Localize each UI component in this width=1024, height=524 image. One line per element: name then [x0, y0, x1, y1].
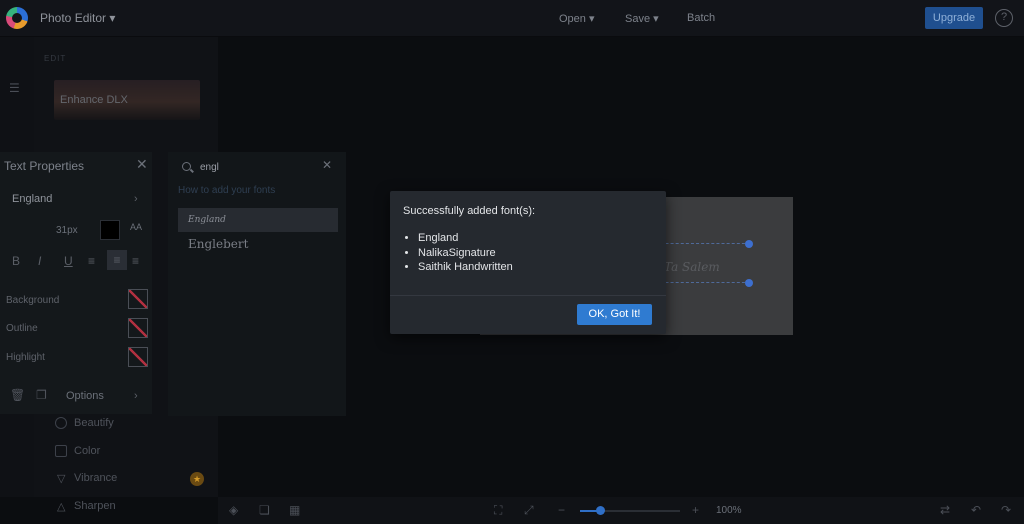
added-font-item: England — [418, 231, 513, 246]
undo-icon[interactable]: ↶ — [971, 503, 985, 517]
expand-icon[interactable]: ⤢ — [524, 503, 538, 517]
font-search-input[interactable] — [200, 159, 310, 175]
close-icon[interactable]: ✕ — [136, 156, 148, 173]
added-fonts-list: England NalikaSignature Saithik Handwrit… — [418, 231, 513, 275]
zoom-out-icon[interactable]: − — [558, 503, 572, 517]
adjust-sliders-icon[interactable]: ☰ — [9, 81, 23, 95]
palette-icon — [55, 445, 67, 457]
font-result-england[interactable]: England — [178, 208, 338, 232]
chevron-right-icon[interactable]: › — [134, 193, 138, 205]
added-font-item: NalikaSignature — [418, 246, 513, 261]
font-size-input[interactable]: 31px — [56, 225, 78, 236]
fonts-added-dialog: Successfully added font(s): England Nali… — [390, 191, 666, 334]
premium-star-icon: ★ — [190, 472, 204, 486]
dialog-divider — [390, 295, 666, 296]
text-case-button[interactable]: AA — [130, 222, 142, 232]
layers-icon[interactable]: ◈ — [229, 503, 243, 517]
nav-batch-label: Batch — [687, 12, 716, 24]
add-fonts-help-link[interactable]: How to add your fonts — [178, 185, 275, 196]
font-picker-panel: ✕ How to add your fonts England Engleber… — [168, 152, 346, 416]
top-bar: Photo Editor ▾ Open ▾ Save ▾ Batch Upgra… — [0, 0, 1024, 37]
zoom-level: 100% — [716, 505, 742, 516]
triangle-icon-sharpen: △ — [57, 501, 66, 513]
bold-button[interactable]: B — [12, 254, 20, 268]
menu-color[interactable]: Color — [74, 445, 100, 457]
font-selector[interactable]: England — [12, 193, 52, 205]
align-center-icon[interactable]: ≡ — [107, 250, 127, 270]
nav-open-label: Open — [559, 13, 586, 25]
align-right-icon[interactable]: ≡ — [132, 254, 139, 268]
canvas-text-layer[interactable]: Ta Salem — [664, 260, 720, 274]
align-left-icon[interactable]: ≡ — [88, 254, 95, 268]
options-button[interactable]: Options — [66, 390, 104, 402]
background-swatch[interactable] — [128, 289, 148, 309]
resize-handle-bottom[interactable] — [745, 279, 753, 287]
underline-button[interactable]: U — [64, 254, 73, 268]
font-result-englebert[interactable]: Englebert — [178, 232, 338, 256]
outline-swatch[interactable] — [128, 318, 148, 338]
clear-search-icon[interactable]: ✕ — [322, 158, 332, 172]
menu-sharpen[interactable]: Sharpen — [74, 500, 116, 512]
help-button[interactable]: ? — [995, 9, 1013, 27]
edit-section-label: EDIT — [44, 54, 67, 63]
outline-label: Outline — [6, 323, 38, 334]
nav-save-label: Save — [625, 13, 651, 25]
zoom-slider-knob[interactable] — [596, 506, 605, 515]
duplicate-icon[interactable]: ❐ — [36, 388, 47, 402]
duplicate-layer-icon[interactable]: ❏ — [259, 503, 273, 517]
nav-batch[interactable]: Batch — [687, 12, 715, 24]
app-title: Photo Editor — [40, 11, 107, 25]
text-properties-title: Text Properties — [4, 159, 85, 173]
nav-save[interactable]: Save ▾ — [625, 12, 659, 25]
triangle-icon: ▽ — [57, 473, 66, 485]
beautify-icon — [55, 417, 67, 429]
added-font-item: Saithik Handwritten — [418, 260, 513, 275]
menu-vibrance[interactable]: Vibrance — [74, 472, 117, 484]
flip-icon[interactable]: ⇄ — [940, 503, 954, 517]
grid-icon[interactable]: ▦ — [289, 503, 303, 517]
chevron-right-icon-options[interactable]: › — [134, 390, 138, 402]
ok-got-it-button[interactable]: OK, Got It! — [577, 304, 652, 325]
highlight-swatch[interactable] — [128, 347, 148, 367]
italic-button[interactable]: I — [38, 254, 41, 268]
redo-icon[interactable]: ↷ — [1001, 503, 1015, 517]
trash-icon[interactable]: 🗑 — [10, 388, 25, 402]
text-properties-panel: Text Properties ✕ England › 31px AA B I … — [0, 152, 152, 414]
text-color-swatch[interactable] — [100, 220, 120, 240]
app-title-menu[interactable]: Photo Editor ▾ — [40, 11, 115, 25]
zoom-in-icon[interactable]: + — [692, 503, 706, 517]
nav-open[interactable]: Open ▾ — [559, 12, 595, 25]
enhance-thumbnail-label: Enhance DLX — [60, 94, 128, 106]
resize-handle-top[interactable] — [745, 240, 753, 248]
enhance-thumbnail[interactable]: Enhance DLX — [54, 80, 200, 120]
fit-screen-icon[interactable]: ⛶ — [494, 503, 508, 517]
dialog-title: Successfully added font(s): — [403, 205, 536, 217]
upgrade-button[interactable]: Upgrade — [925, 7, 983, 29]
menu-beautify[interactable]: Beautify — [74, 417, 114, 429]
app-logo-icon[interactable] — [6, 7, 28, 29]
search-icon — [182, 162, 191, 171]
background-label: Background — [6, 295, 60, 306]
highlight-label: Highlight — [6, 352, 45, 363]
